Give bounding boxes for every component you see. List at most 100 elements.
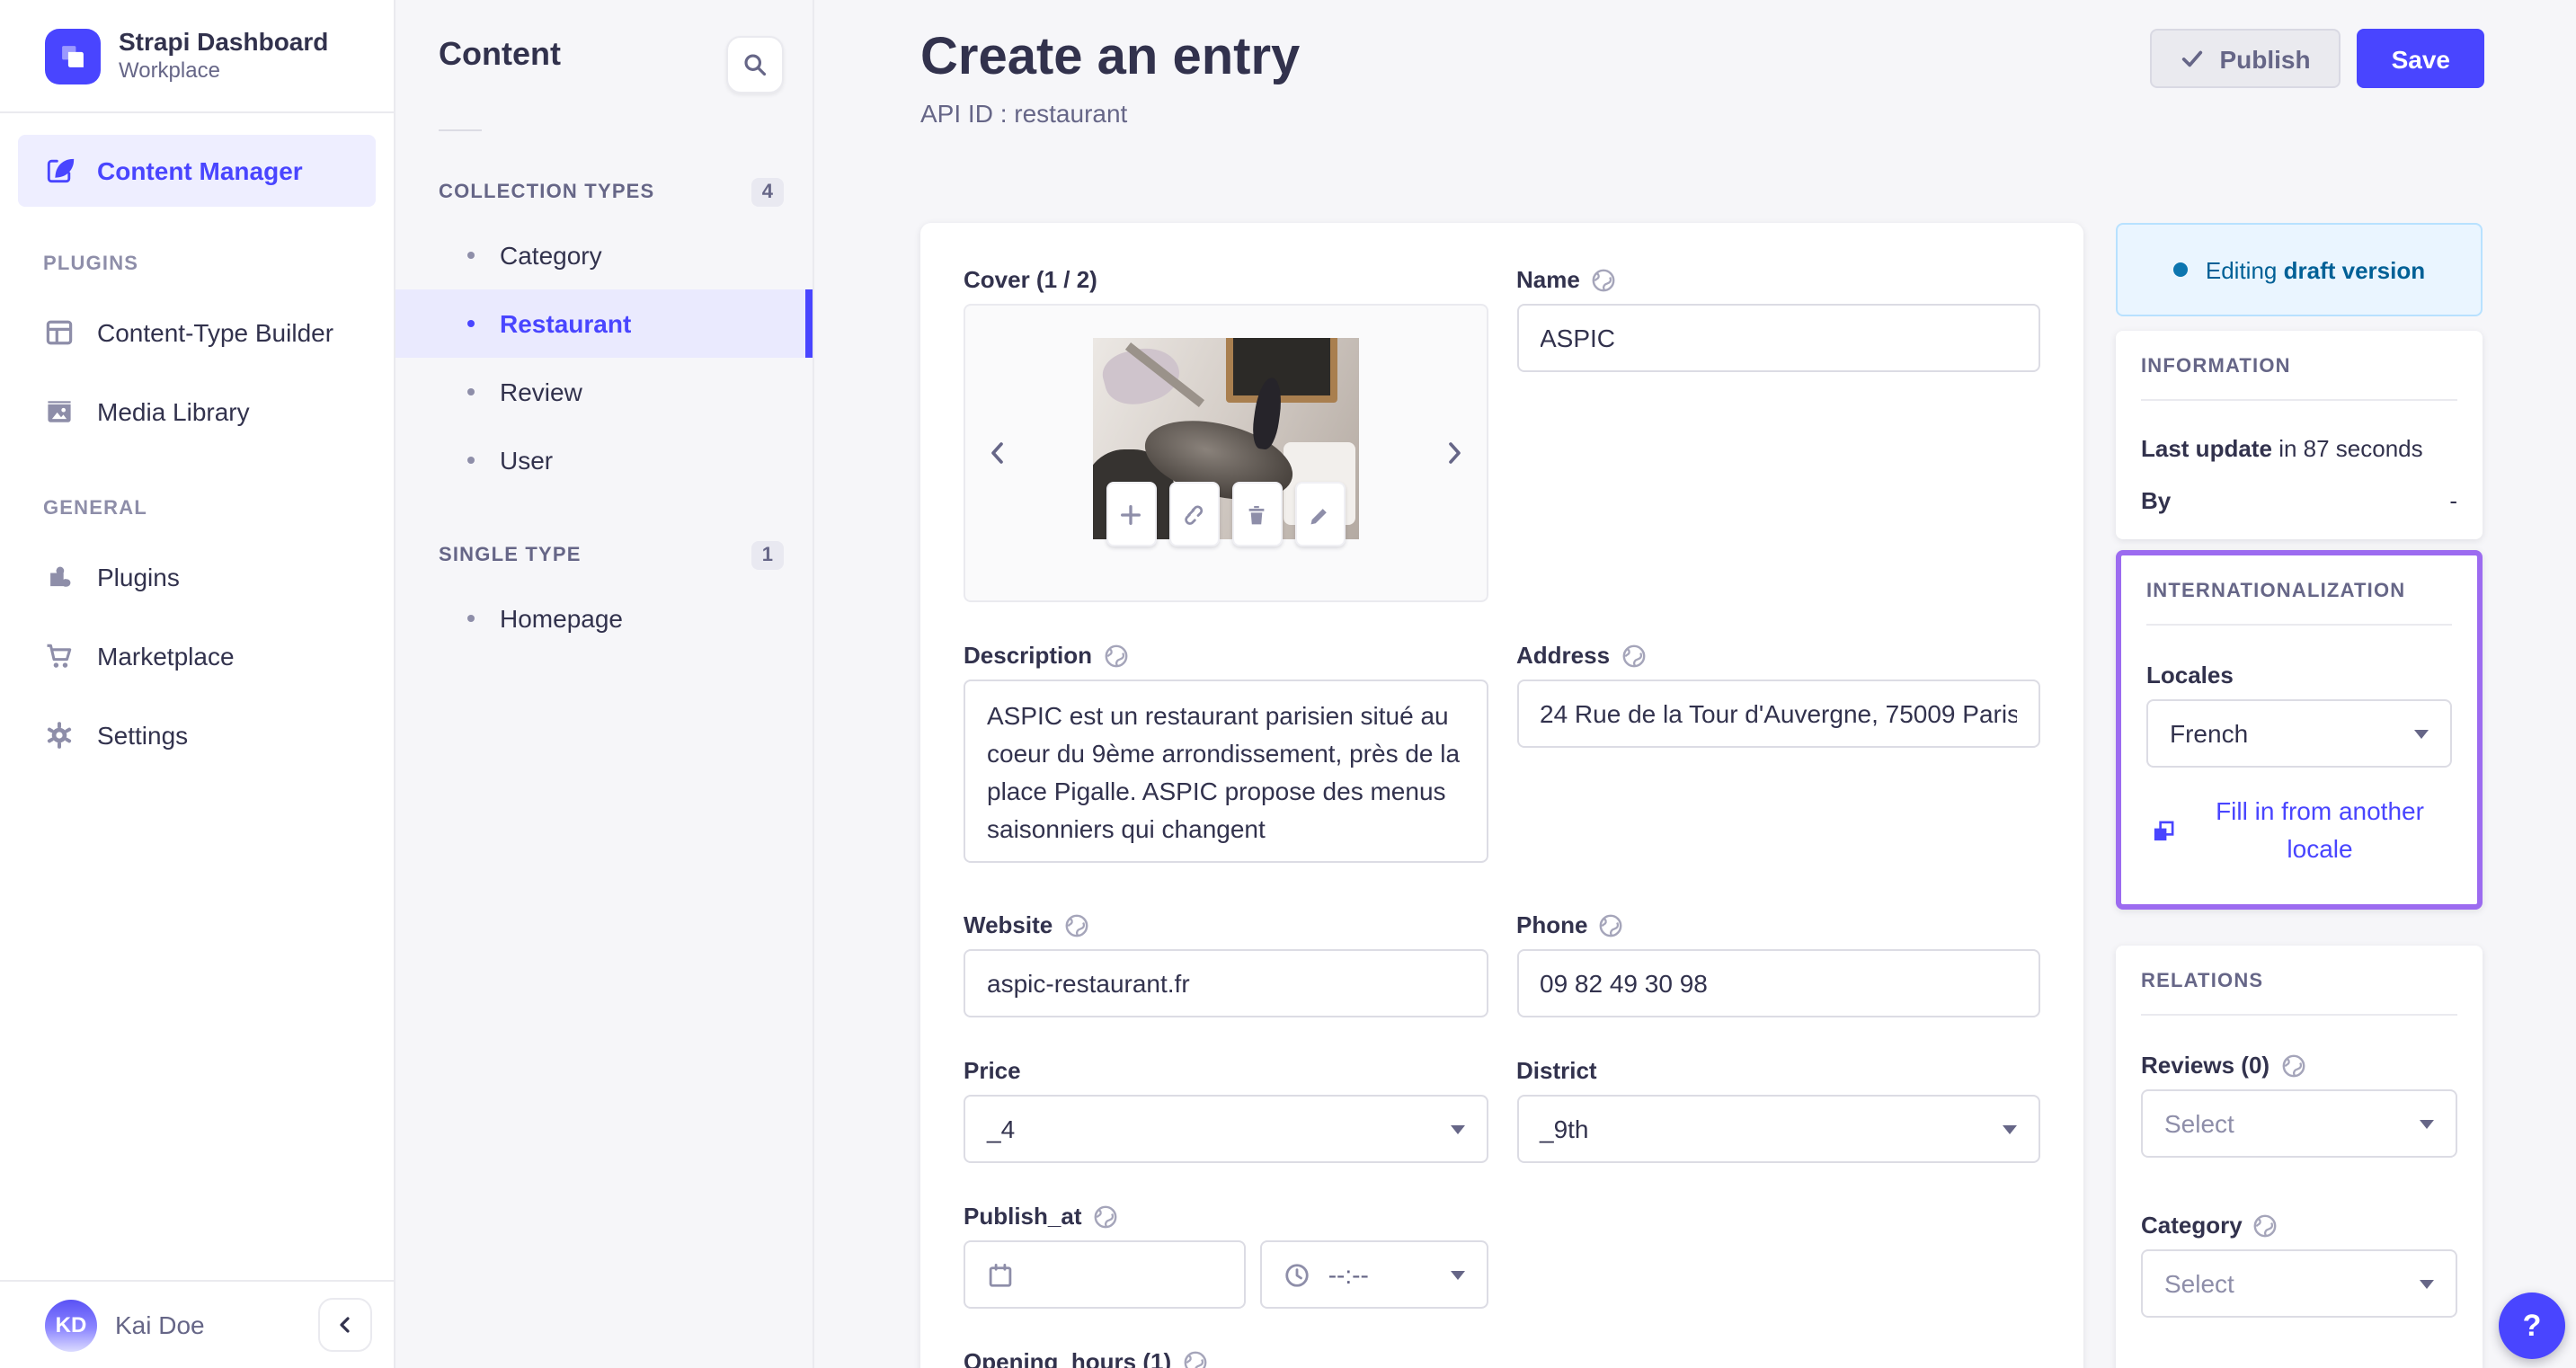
puzzle-icon [43, 561, 76, 593]
address-field: Address [1516, 642, 2040, 872]
sidebar-item-plugins[interactable]: Plugins [0, 537, 394, 617]
globe-icon [1093, 1204, 1118, 1229]
primary-sidebar: Strapi Dashboard Workplace Content Manag… [0, 0, 395, 1368]
add-asset-button[interactable] [1106, 482, 1157, 546]
address-label: Address [1516, 642, 1611, 669]
subnav-item-homepage[interactable]: Homepage [395, 584, 813, 653]
price-value: _4 [987, 1115, 1016, 1143]
search-button[interactable] [726, 36, 784, 93]
reviews-select[interactable]: Select [2141, 1089, 2457, 1158]
collection-types-count: 4 [751, 178, 784, 207]
subnav-item-restaurant[interactable]: Restaurant [395, 289, 813, 358]
chevron-down-icon [2420, 1279, 2434, 1288]
sidebar-item-settings[interactable]: Settings [0, 696, 394, 775]
edit-asset-button[interactable] [1294, 482, 1346, 546]
name-field: Name [1516, 266, 2040, 602]
subnav-item-label: Review [500, 378, 582, 406]
time-placeholder: --:-- [1328, 1260, 1369, 1289]
avatar[interactable]: KD [45, 1299, 97, 1351]
copy-link-button[interactable] [1168, 482, 1220, 546]
subnav-item-review[interactable]: Review [395, 358, 813, 426]
help-button[interactable]: ? [2499, 1292, 2565, 1359]
opening-hours-label: Opening_hours (1) [964, 1348, 1172, 1368]
website-field: Website [964, 911, 1488, 1017]
bullet-icon [467, 457, 475, 464]
sidebar-item-marketplace[interactable]: Marketplace [0, 617, 394, 696]
subnav-item-label: Category [500, 241, 602, 270]
publish-at-date-input[interactable] [964, 1240, 1246, 1309]
entry-form-card: Cover (1 / 2) Name ASPIC Description ASP… [920, 223, 2083, 1368]
name-input[interactable] [1516, 304, 2040, 372]
clock-icon [1284, 1261, 1310, 1288]
sidebar-item-label: Plugins [97, 563, 180, 591]
subnav-item-user[interactable]: User [395, 426, 813, 494]
globe-icon [2253, 1213, 2278, 1238]
content-sub-sidebar: Content COLLECTION TYPES 4 Category Rest… [395, 0, 814, 1368]
phone-field: Phone [1516, 911, 2040, 1017]
calendar-icon [987, 1261, 1014, 1288]
bullet-icon [467, 388, 475, 395]
price-label: Price [964, 1057, 1021, 1084]
locales-select[interactable]: French [2146, 699, 2452, 768]
price-select[interactable]: _4 [964, 1095, 1488, 1163]
question-mark-icon: ? [2522, 1308, 2542, 1342]
subnav-item-label: User [500, 446, 554, 475]
cover-carousel [964, 304, 1488, 602]
district-label: District [1516, 1057, 1597, 1084]
internationalization-card: INTERNATIONALIZATION Locales French Fill… [2116, 550, 2483, 910]
bullet-icon [467, 615, 475, 622]
save-label: Save [2391, 44, 2450, 73]
phone-label: Phone [1516, 911, 1588, 938]
publish-label: Publish [2219, 44, 2311, 73]
sidebar-item-content-type-builder[interactable]: Content-Type Builder [0, 293, 394, 372]
information-title: INFORMATION [2141, 356, 2291, 378]
publish-at-time-select[interactable]: --:-- [1259, 1240, 1488, 1309]
single-type-label: SINGLE TYPE [439, 545, 582, 566]
collapse-sidebar-button[interactable] [318, 1298, 372, 1352]
carousel-next-button[interactable] [1444, 440, 1464, 466]
delete-asset-button[interactable] [1231, 482, 1283, 546]
address-input[interactable] [1516, 680, 2040, 748]
search-icon [742, 52, 768, 77]
website-label: Website [964, 911, 1053, 938]
globe-icon [1182, 1349, 1207, 1368]
internationalization-title: INTERNATIONALIZATION [2146, 581, 2406, 602]
category-select[interactable]: Select [2141, 1249, 2457, 1318]
chevron-down-icon [1450, 1124, 1464, 1133]
save-button[interactable]: Save [2357, 29, 2484, 88]
chevron-down-icon [2414, 729, 2429, 738]
user-name[interactable]: Kai Doe [115, 1310, 300, 1339]
cover-field: Cover (1 / 2) [964, 266, 1488, 602]
globe-icon [1591, 267, 1616, 292]
publish-at-label: Publish_at [964, 1203, 1082, 1230]
sidebar-item-label: Content Manager [97, 156, 303, 185]
description-textarea[interactable]: ASPIC est un restaurant parisien situé a… [964, 680, 1488, 863]
bullet-icon [467, 252, 475, 259]
chevron-down-icon [2003, 1124, 2017, 1133]
subnav-item-label: Restaurant [500, 309, 632, 338]
globe-icon [1598, 912, 1623, 937]
phone-input[interactable] [1516, 949, 2040, 1017]
subnav-item-label: Homepage [500, 604, 623, 633]
workspace-switcher[interactable]: Strapi Dashboard Workplace [0, 0, 394, 113]
district-field: District _9th [1516, 1057, 2040, 1163]
single-type-count: 1 [751, 541, 784, 570]
opening-hours-field: Opening_hours (1) [964, 1348, 1488, 1368]
name-label: Name [1516, 266, 1580, 293]
main-area: Create an entry API ID : restaurant Publ… [814, 0, 2576, 1368]
fill-from-locale-link[interactable]: Fill in from another locale [2150, 793, 2448, 868]
draft-prefix: Editing [2205, 256, 2278, 283]
api-id-subtitle: API ID : restaurant [920, 99, 1128, 128]
publish-button[interactable]: Publish [2149, 29, 2341, 88]
website-input[interactable] [964, 949, 1488, 1017]
sidebar-footer: KD Kai Doe [0, 1280, 394, 1368]
price-field: Price _4 [964, 1057, 1488, 1163]
carousel-prev-button[interactable] [987, 440, 1007, 466]
description-field: Description ASPIC est un restaurant pari… [964, 642, 1488, 872]
information-card: INFORMATION Last update in 87 seconds By… [2116, 331, 2483, 539]
district-select[interactable]: _9th [1516, 1095, 2040, 1163]
collection-types-label: COLLECTION TYPES [439, 182, 655, 203]
subnav-item-category[interactable]: Category [395, 221, 813, 289]
sidebar-item-content-manager[interactable]: Content Manager [18, 135, 376, 207]
sidebar-item-media-library[interactable]: Media Library [0, 372, 394, 451]
